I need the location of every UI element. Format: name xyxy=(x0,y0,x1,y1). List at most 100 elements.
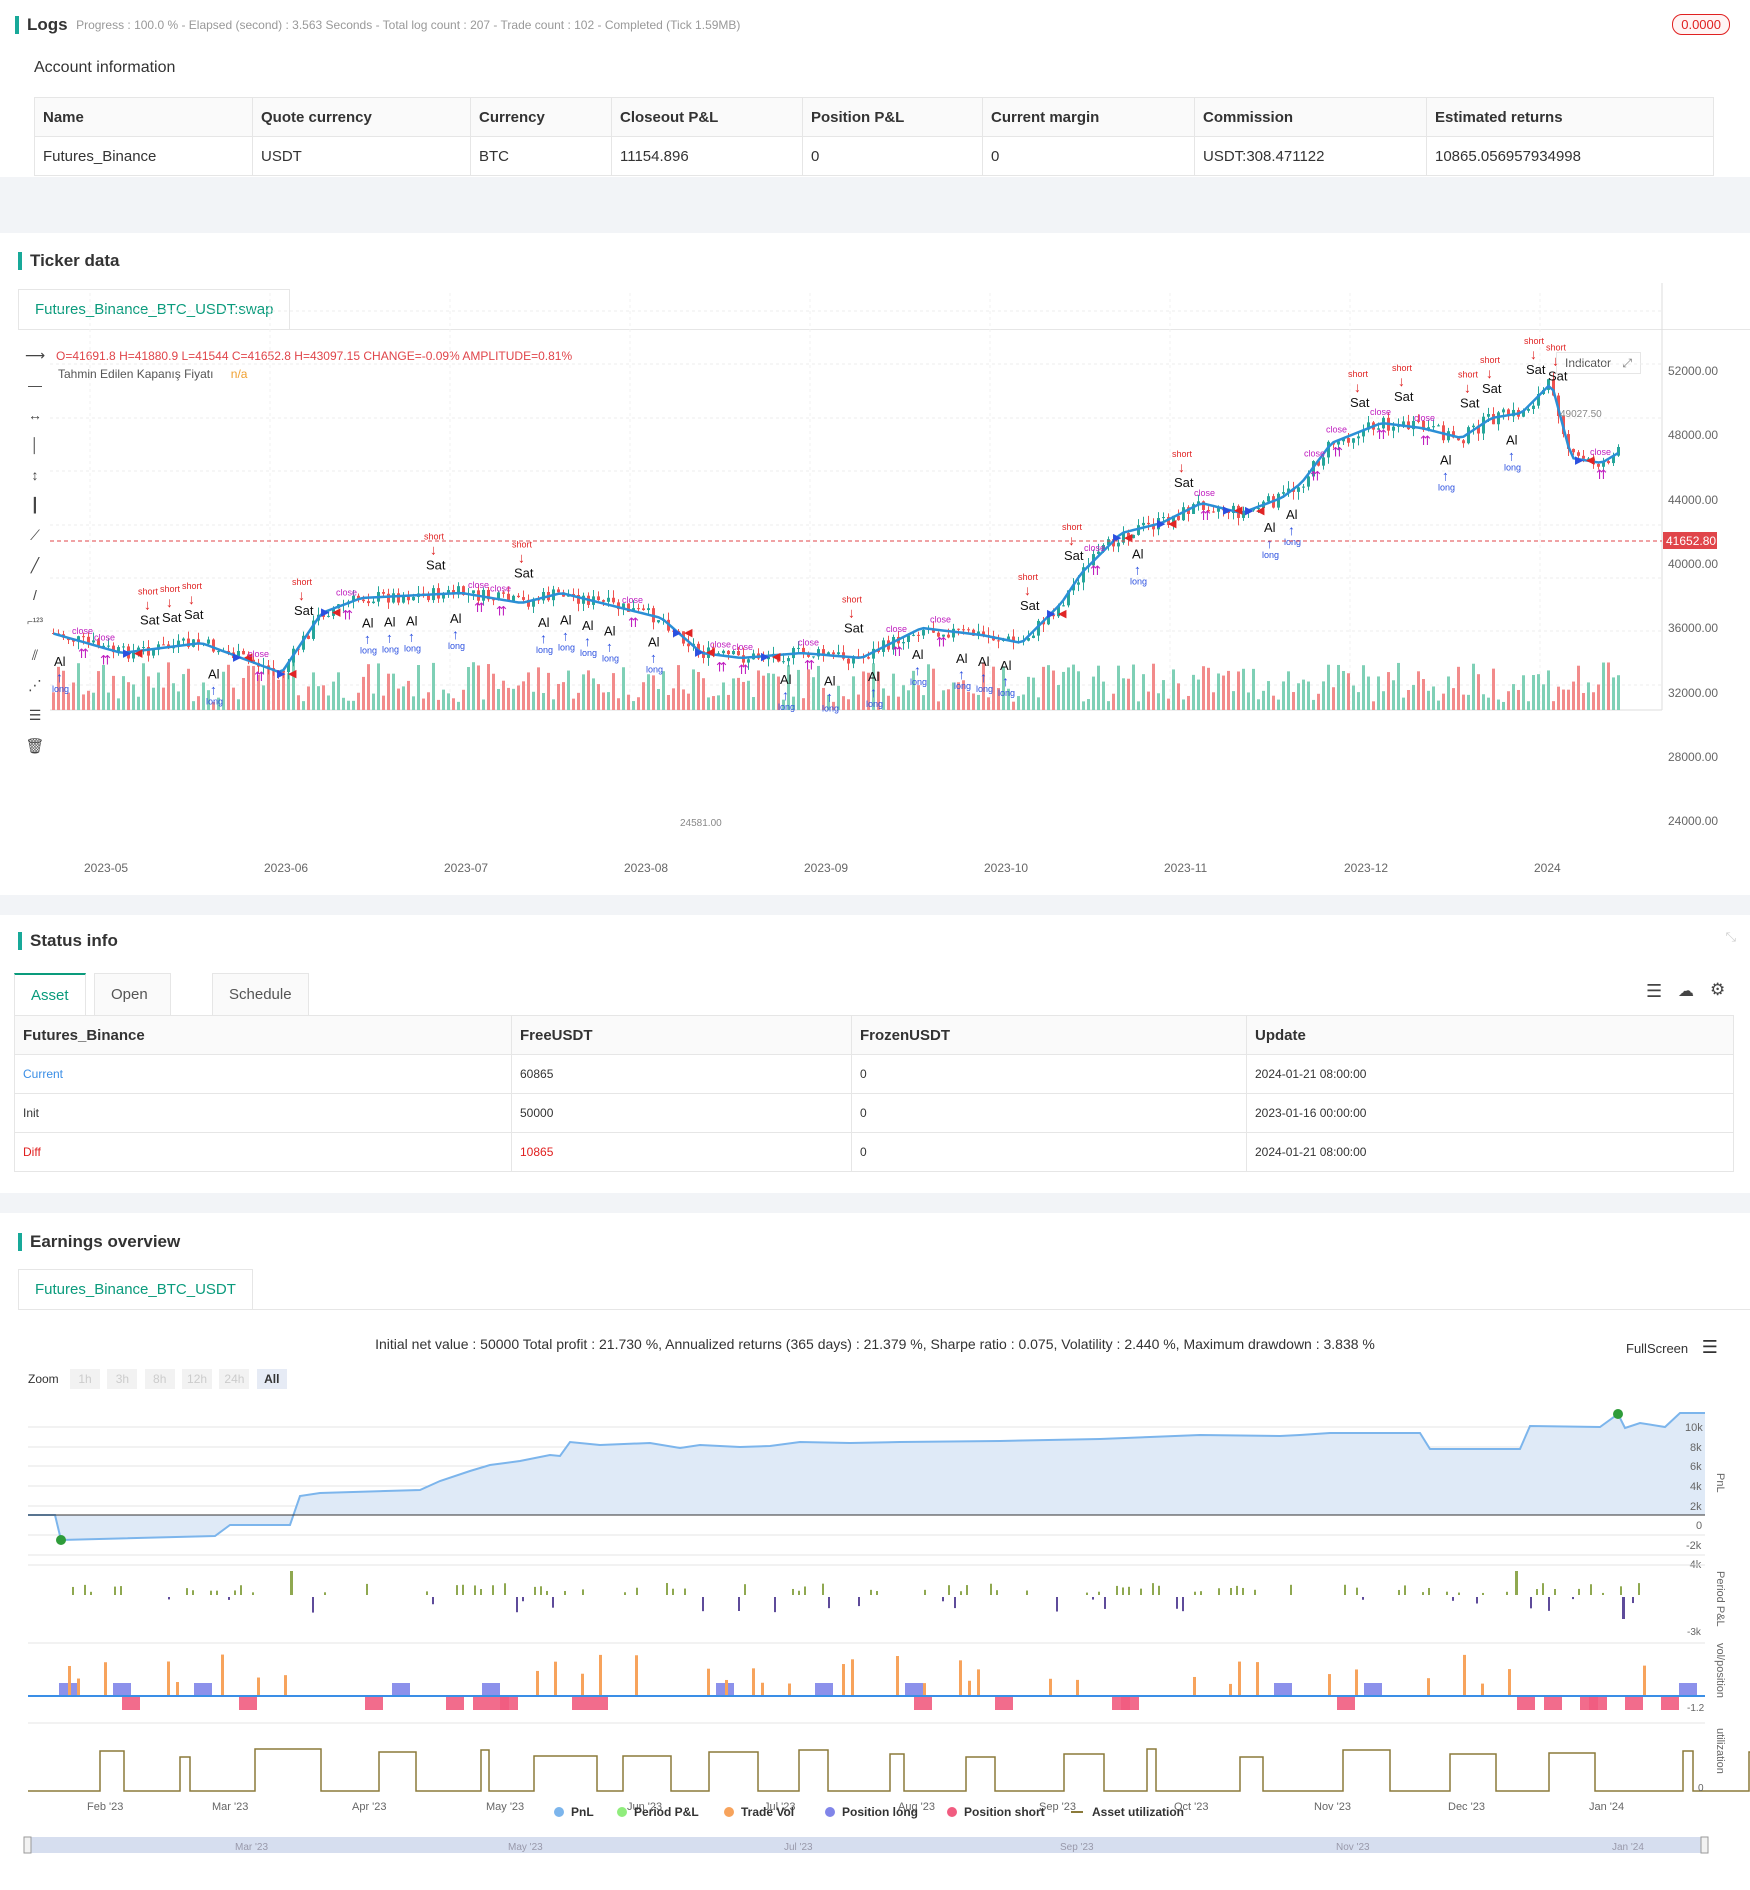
volume-bar xyxy=(602,692,605,710)
candle-body xyxy=(1062,605,1065,607)
tab-schedule-orders[interactable]: Schedule orders xyxy=(212,973,309,1045)
long-arrow: ↑ xyxy=(958,666,965,682)
axis-name-util: utilization xyxy=(1714,1728,1726,1774)
y-tick: 32000.00 xyxy=(1668,686,1718,700)
short-label: short xyxy=(1348,369,1369,379)
position-short-bar xyxy=(572,1697,590,1710)
buy-triangle: ▶ xyxy=(1575,454,1584,466)
legend-position-long[interactable]: Position long xyxy=(825,1805,918,1819)
legend-position-short[interactable]: Position short xyxy=(947,1805,1045,1819)
trade-vol-bar xyxy=(1355,1669,1358,1696)
volume-bar xyxy=(277,679,280,710)
settings-icon[interactable]: ⚙ xyxy=(1710,980,1725,1000)
period-pnl-bar xyxy=(1362,1597,1364,1600)
close-label: close xyxy=(72,626,93,636)
navigator-handle-right[interactable] xyxy=(1700,1836,1709,1854)
candle-body xyxy=(782,661,785,663)
long-arrow: ↑ xyxy=(782,687,789,703)
period-pnl-bar xyxy=(168,1597,170,1600)
asset-utilization-line xyxy=(28,1748,1750,1792)
long-label: long xyxy=(910,677,927,687)
short-arrow: ↓ xyxy=(1398,373,1405,389)
long-label: long xyxy=(866,699,883,709)
close-marker: ⇈ xyxy=(738,662,749,677)
sell-signal-label: Sat xyxy=(1174,475,1194,490)
volume-bar xyxy=(637,697,640,710)
volume-bar xyxy=(1422,678,1425,710)
candle-body xyxy=(1502,409,1505,413)
volume-bar xyxy=(82,694,85,710)
period-pnl-bar xyxy=(1620,1586,1622,1595)
list-view-icon[interactable]: ☰ xyxy=(1646,981,1662,1002)
volume-bar xyxy=(1017,696,1020,710)
buy-signal-label: Al xyxy=(406,613,418,628)
buy-signal-label: Al xyxy=(824,674,836,689)
candle-body xyxy=(847,658,850,664)
position-short-bar xyxy=(500,1697,518,1710)
short-label: short xyxy=(1546,343,1567,353)
trade-vol-bar xyxy=(257,1677,260,1696)
volume-bar xyxy=(1102,681,1105,710)
volume-bar xyxy=(672,688,675,710)
volume-bar xyxy=(1432,686,1435,710)
volume-bar xyxy=(1077,671,1080,710)
legend-asset-utilization[interactable]: Asset utilization xyxy=(1071,1805,1184,1819)
volume-bar xyxy=(117,698,120,710)
navigator-handle-left[interactable] xyxy=(23,1836,32,1854)
legend-dot xyxy=(617,1807,627,1817)
collapse-icon[interactable]: ⤡ xyxy=(1726,929,1736,945)
earnings-chart: 10k 8k 6k 4k 2k 0 -2k -4k PnL Period P&L… xyxy=(23,1409,1750,1854)
axis-name-pnl: PnL xyxy=(1714,1473,1726,1493)
period-pnl-bar xyxy=(1422,1592,1424,1595)
legend-pnl[interactable]: PnL xyxy=(554,1805,594,1819)
close-marker: ⇈ xyxy=(1376,427,1387,442)
candle-body xyxy=(1357,436,1360,439)
volume-bar xyxy=(1317,693,1320,710)
volume-bar xyxy=(1567,689,1570,710)
volume-bar xyxy=(1457,666,1460,710)
volume-bar xyxy=(852,676,855,710)
candle-body xyxy=(997,640,1000,642)
volume-bar xyxy=(1462,694,1465,710)
buy-signal-label: Al xyxy=(1132,547,1144,562)
long-label: long xyxy=(1262,550,1279,560)
volume-bar xyxy=(337,672,340,710)
trade-vol-bar xyxy=(104,1662,107,1696)
volume-bar xyxy=(1342,671,1345,710)
tab-open-orders[interactable]: Open orders xyxy=(94,973,171,1045)
asset-row-init: Init 50000 0 2023-01-16 00:00:00 xyxy=(14,1093,1734,1133)
period-pnl-bar xyxy=(948,1585,950,1595)
period-pnl-bar xyxy=(522,1597,524,1602)
volume-bar xyxy=(1477,674,1480,710)
volume-bar xyxy=(392,673,395,710)
asset-cell: 2024-01-21 08:00:00 xyxy=(1246,1054,1734,1094)
volume-bar xyxy=(1407,689,1410,710)
period-pnl-bar xyxy=(1548,1597,1550,1611)
volume-bar xyxy=(1022,694,1025,710)
volume-bar xyxy=(1217,673,1220,710)
buy-triangle: ▶ xyxy=(1245,505,1254,517)
sell-signal-label: Sat xyxy=(514,566,534,581)
cloud-download-icon[interactable]: ☁ xyxy=(1678,981,1694,1001)
sell-signal-label: Sat xyxy=(1064,548,1084,563)
volume-bar xyxy=(1137,701,1140,710)
navigator[interactable]: Mar '23 May '23 Jul '23 Sep '23 Nov '23 … xyxy=(23,1836,1709,1854)
legend-label: Trade Vol xyxy=(741,1805,794,1819)
trade-vol-bar xyxy=(959,1660,962,1696)
period-pnl-bar xyxy=(1104,1597,1106,1609)
volume-bar xyxy=(1047,665,1050,710)
sell-triangle: ◀ xyxy=(288,668,297,680)
tab-asset[interactable]: Asset xyxy=(14,973,86,1015)
volume-bar xyxy=(722,682,725,710)
candle-body xyxy=(957,628,960,630)
long-arrow: ↑ xyxy=(1002,673,1009,689)
candle-body xyxy=(967,629,970,631)
candle-body xyxy=(397,593,400,603)
volume-bar xyxy=(367,664,370,710)
volume-bar xyxy=(182,674,185,710)
volume-bar xyxy=(152,687,155,710)
legend-trade-vol[interactable]: Trade Vol xyxy=(724,1805,794,1819)
candle-body xyxy=(642,608,645,611)
candle-body xyxy=(657,620,660,623)
long-label: long xyxy=(1504,462,1521,472)
